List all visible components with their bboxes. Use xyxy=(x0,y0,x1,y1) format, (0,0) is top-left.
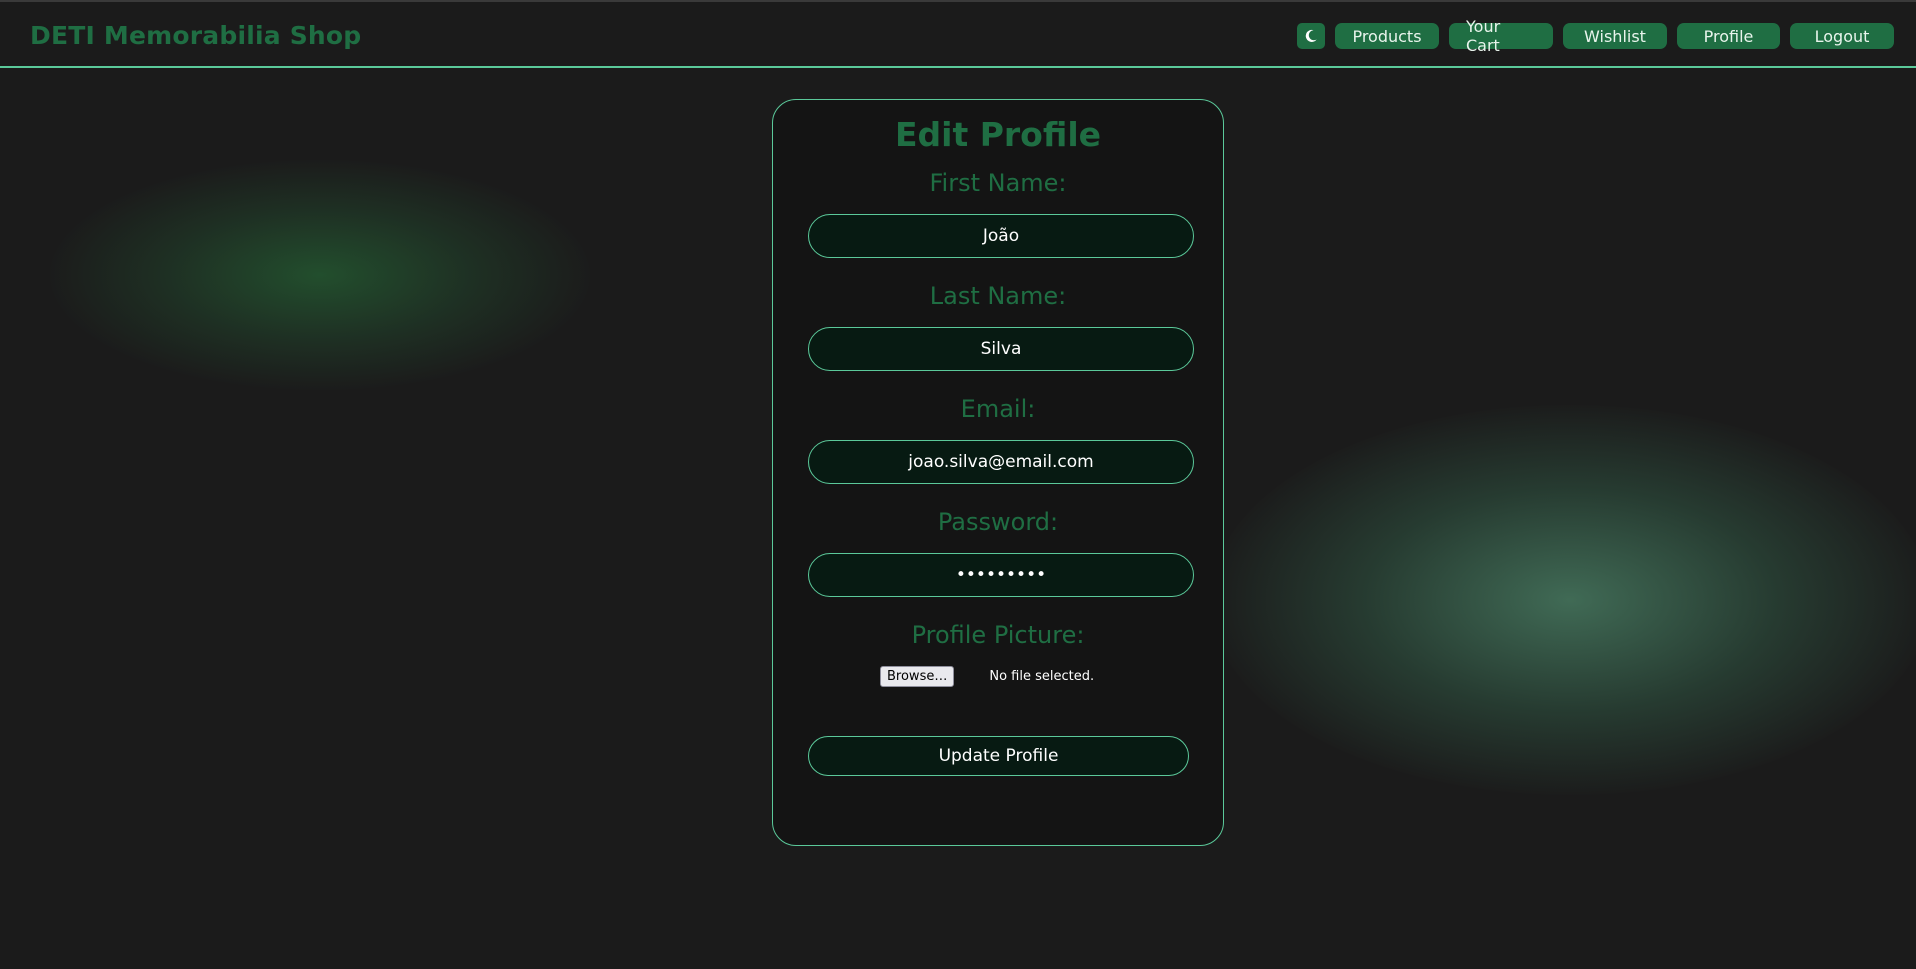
email-label: Email: xyxy=(960,395,1036,423)
profile-picture-file-input: Browse… No file selected. xyxy=(880,666,1094,687)
theme-toggle-button[interactable] xyxy=(1297,23,1325,49)
background-glow-right xyxy=(1210,405,1916,795)
edit-profile-form: Edit Profile First Name: Last Name: Emai… xyxy=(772,99,1224,846)
nav-links: Products Your Cart Wishlist Profile Logo… xyxy=(1297,17,1894,55)
nav-products-button[interactable]: Products xyxy=(1335,23,1439,49)
first-name-label: First Name: xyxy=(929,169,1067,197)
password-label: Password: xyxy=(937,508,1059,536)
nav-cart-button[interactable]: Your Cart xyxy=(1449,17,1553,55)
page: DETI Memorabilia Shop Products Your Cart… xyxy=(0,0,1916,969)
browse-button[interactable]: Browse… xyxy=(880,666,955,687)
nav-wishlist-button[interactable]: Wishlist xyxy=(1563,23,1667,49)
first-name-input[interactable] xyxy=(808,214,1194,258)
navbar: DETI Memorabilia Shop Products Your Cart… xyxy=(0,0,1916,68)
update-profile-button[interactable]: Update Profile xyxy=(808,736,1189,776)
brand-title[interactable]: DETI Memorabilia Shop xyxy=(30,21,361,50)
email-input[interactable] xyxy=(808,440,1194,484)
nav-profile-button[interactable]: Profile xyxy=(1677,23,1780,49)
file-status-text: No file selected. xyxy=(989,669,1095,684)
profile-picture-label: Profile Picture: xyxy=(911,621,1085,649)
moon-icon xyxy=(1305,29,1317,42)
nav-logout-button[interactable]: Logout xyxy=(1790,23,1894,49)
last-name-input[interactable] xyxy=(808,327,1194,371)
form-title: Edit Profile xyxy=(894,115,1102,154)
password-input[interactable] xyxy=(808,553,1194,597)
background-glow-left xyxy=(50,160,590,390)
last-name-label: Last Name: xyxy=(929,282,1067,310)
